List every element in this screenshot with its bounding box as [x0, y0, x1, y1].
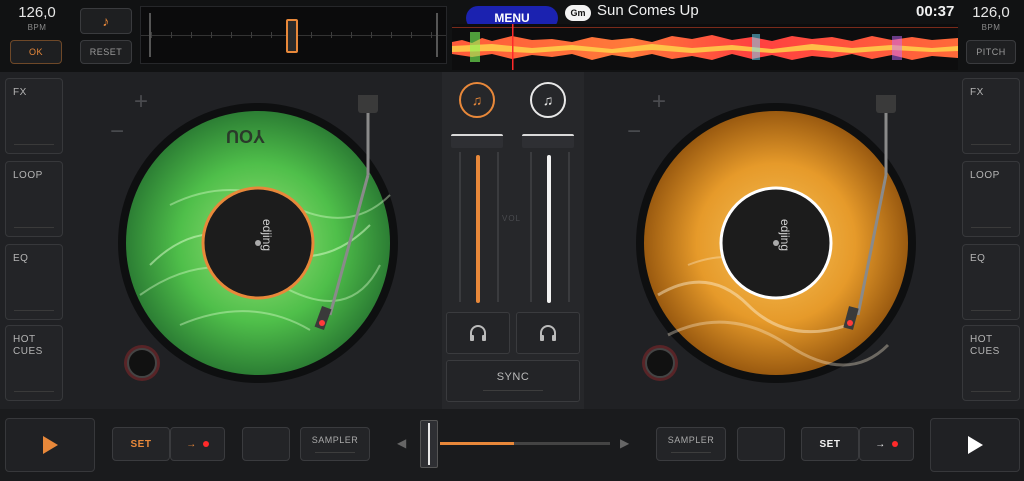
music-note-plus-icon: ♫: [542, 92, 554, 108]
right-record-brand: edjing: [778, 219, 792, 251]
crossfader-left-arrow-icon[interactable]: ◀: [397, 436, 406, 450]
left-headphones-button[interactable]: [446, 312, 510, 354]
left-empty-pad-button[interactable]: [242, 427, 290, 461]
left-loop-label: LOOP: [13, 170, 43, 181]
pitch-button[interactable]: PITCH: [966, 40, 1016, 64]
left-bpm-label: BPM: [27, 23, 47, 32]
right-loop-button[interactable]: LOOP: [962, 161, 1020, 237]
left-play-button[interactable]: [5, 418, 95, 472]
left-jump-cue-button[interactable]: →: [170, 427, 225, 461]
bpm-ok-button[interactable]: OK: [10, 40, 62, 64]
right-headphones-button[interactable]: [516, 312, 580, 354]
left-eq-button[interactable]: EQ: [5, 244, 63, 320]
left-hot-cues-button[interactable]: HOT CUES: [5, 325, 63, 401]
volume-label: VOL: [502, 214, 522, 223]
right-sampler-label: SAMPLER: [667, 435, 715, 445]
right-tonearm-counterweight: [876, 95, 896, 113]
music-note-plus-icon: ♫: [471, 92, 483, 108]
headphones-icon: [470, 325, 486, 341]
left-eq-label: EQ: [13, 253, 29, 264]
play-icon: [968, 436, 983, 454]
left-deck-load-button[interactable]: ♫: [459, 82, 495, 118]
left-record-text: YOU: [226, 126, 265, 146]
sync-button[interactable]: SYNC: [446, 360, 580, 402]
crossfader-fill: [440, 442, 514, 445]
right-eq-label: EQ: [970, 253, 986, 264]
left-bpm-value: 126,0: [18, 4, 56, 21]
right-volume-fader[interactable]: [547, 155, 551, 303]
left-set-cue-button[interactable]: SET: [112, 427, 170, 461]
left-fx-button[interactable]: FX: [5, 78, 63, 154]
left-loop-button[interactable]: LOOP: [5, 161, 63, 237]
track-time: 00:37: [916, 3, 955, 20]
left-set-label: SET: [130, 438, 152, 450]
left-turntable[interactable]: YOU edjing: [110, 95, 410, 385]
right-hot-cues-button[interactable]: HOT CUES: [962, 325, 1020, 401]
right-turntable[interactable]: edjing: [628, 95, 928, 385]
crossfader-right-arrow-icon[interactable]: ▶: [620, 436, 629, 450]
left-sampler-button[interactable]: SAMPLER: [300, 427, 370, 461]
play-icon: [43, 436, 58, 454]
right-play-button[interactable]: [930, 418, 1020, 472]
right-set-cue-button[interactable]: SET: [801, 427, 859, 461]
track-title: Sun Comes Up: [597, 2, 699, 19]
left-sampler-label: SAMPLER: [311, 435, 359, 445]
right-volume-fader-handle[interactable]: [522, 134, 574, 148]
sync-label: SYNC: [496, 371, 530, 383]
record-dot-icon: [891, 441, 898, 447]
record-dot-icon: [202, 441, 209, 447]
music-note-button[interactable]: ♪: [80, 8, 132, 34]
left-record-brand: edjing: [260, 219, 274, 251]
right-empty-pad-button[interactable]: [737, 427, 785, 461]
right-bpm-label: BPM: [981, 23, 1001, 32]
right-bpm-display: 126,0 BPM: [959, 4, 1023, 32]
right-loop-label: LOOP: [970, 170, 1000, 181]
right-jump-cue-button[interactable]: →: [859, 427, 914, 461]
left-fx-label: FX: [13, 87, 27, 98]
right-bpm-value: 126,0: [972, 4, 1010, 21]
reset-button[interactable]: RESET: [80, 40, 132, 64]
mixer-panel: [442, 72, 584, 409]
right-eq-button[interactable]: EQ: [962, 244, 1020, 320]
right-hot-cues-label: HOT CUES: [970, 334, 1000, 357]
music-note-icon: ♪: [102, 13, 110, 29]
right-set-label: SET: [819, 438, 841, 450]
right-sampler-button[interactable]: SAMPLER: [656, 427, 726, 461]
left-volume-fader[interactable]: [476, 155, 480, 303]
right-cue-knob: [645, 348, 675, 378]
left-hot-cues-label: HOT CUES: [13, 334, 43, 357]
headphones-icon: [540, 325, 556, 341]
left-bpm-display: 126,0 BPM: [5, 4, 69, 32]
arrow-right-icon: →: [186, 438, 197, 450]
pitch-slider-handle[interactable]: [286, 19, 298, 53]
right-fx-button[interactable]: FX: [962, 78, 1020, 154]
right-deck-load-button[interactable]: ♫: [530, 82, 566, 118]
pitch-slider-track[interactable]: [140, 6, 447, 64]
left-volume-fader-handle[interactable]: [451, 134, 503, 148]
right-fx-label: FX: [970, 87, 984, 98]
left-cue-knob: [127, 348, 157, 378]
key-badge: Gm: [565, 5, 591, 21]
left-tonearm-counterweight: [358, 95, 378, 113]
track-waveform[interactable]: [452, 24, 958, 70]
arrow-right-icon: →: [875, 438, 886, 450]
crossfader-handle[interactable]: [420, 420, 438, 468]
